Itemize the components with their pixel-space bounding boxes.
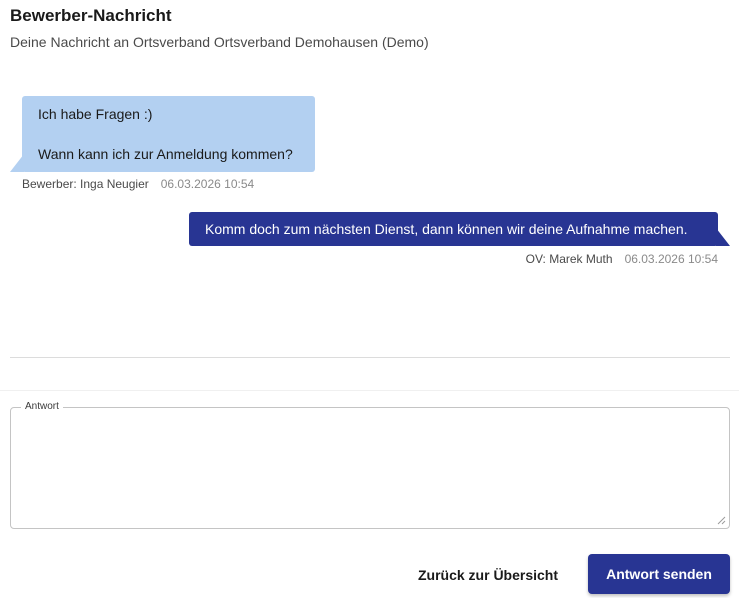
incoming-bubble-tail — [10, 154, 24, 172]
reply-field: Antwort — [10, 401, 730, 529]
resize-grip-icon[interactable] — [717, 516, 726, 525]
outgoing-bubble-tail — [716, 228, 730, 246]
reply-textarea[interactable] — [19, 418, 723, 526]
incoming-message-bubble: Ich habe Fragen :) Wann kann ich zur Anm… — [22, 96, 315, 172]
message-text-line: Ich habe Fragen :) — [38, 106, 153, 122]
message-text-line: Komm doch zum nächsten Dienst, dann könn… — [205, 221, 688, 237]
back-to-overview-button[interactable]: Zurück zur Übersicht — [405, 556, 571, 594]
reply-field-label: Antwort — [21, 401, 63, 413]
page-title: Bewerber-Nachricht — [10, 6, 172, 25]
outgoing-message-meta: OV: Marek Muth 06.03.2026 10:54 — [526, 252, 718, 266]
divider — [10, 357, 730, 358]
message-page: Bewerber-Nachricht Deine Nachricht an Or… — [0, 0, 739, 598]
message-text-line: Wann kann ich zur Anmeldung kommen? — [38, 146, 293, 162]
incoming-message-meta: Bewerber: Inga Neugier 06.03.2026 10:54 — [22, 177, 254, 191]
message-author: Bewerber: Inga Neugier — [22, 177, 149, 191]
outgoing-message-bubble: Komm doch zum nächsten Dienst, dann könn… — [189, 212, 718, 246]
send-reply-button[interactable]: Antwort senden — [588, 554, 730, 594]
message-timestamp: 06.03.2026 10:54 — [160, 177, 255, 191]
message-author: OV: Marek Muth — [525, 252, 613, 266]
message-timestamp: 06.03.2026 10:54 — [624, 252, 718, 266]
divider — [0, 390, 739, 391]
page-subtitle: Deine Nachricht an Ortsverband Ortsverba… — [10, 34, 429, 50]
